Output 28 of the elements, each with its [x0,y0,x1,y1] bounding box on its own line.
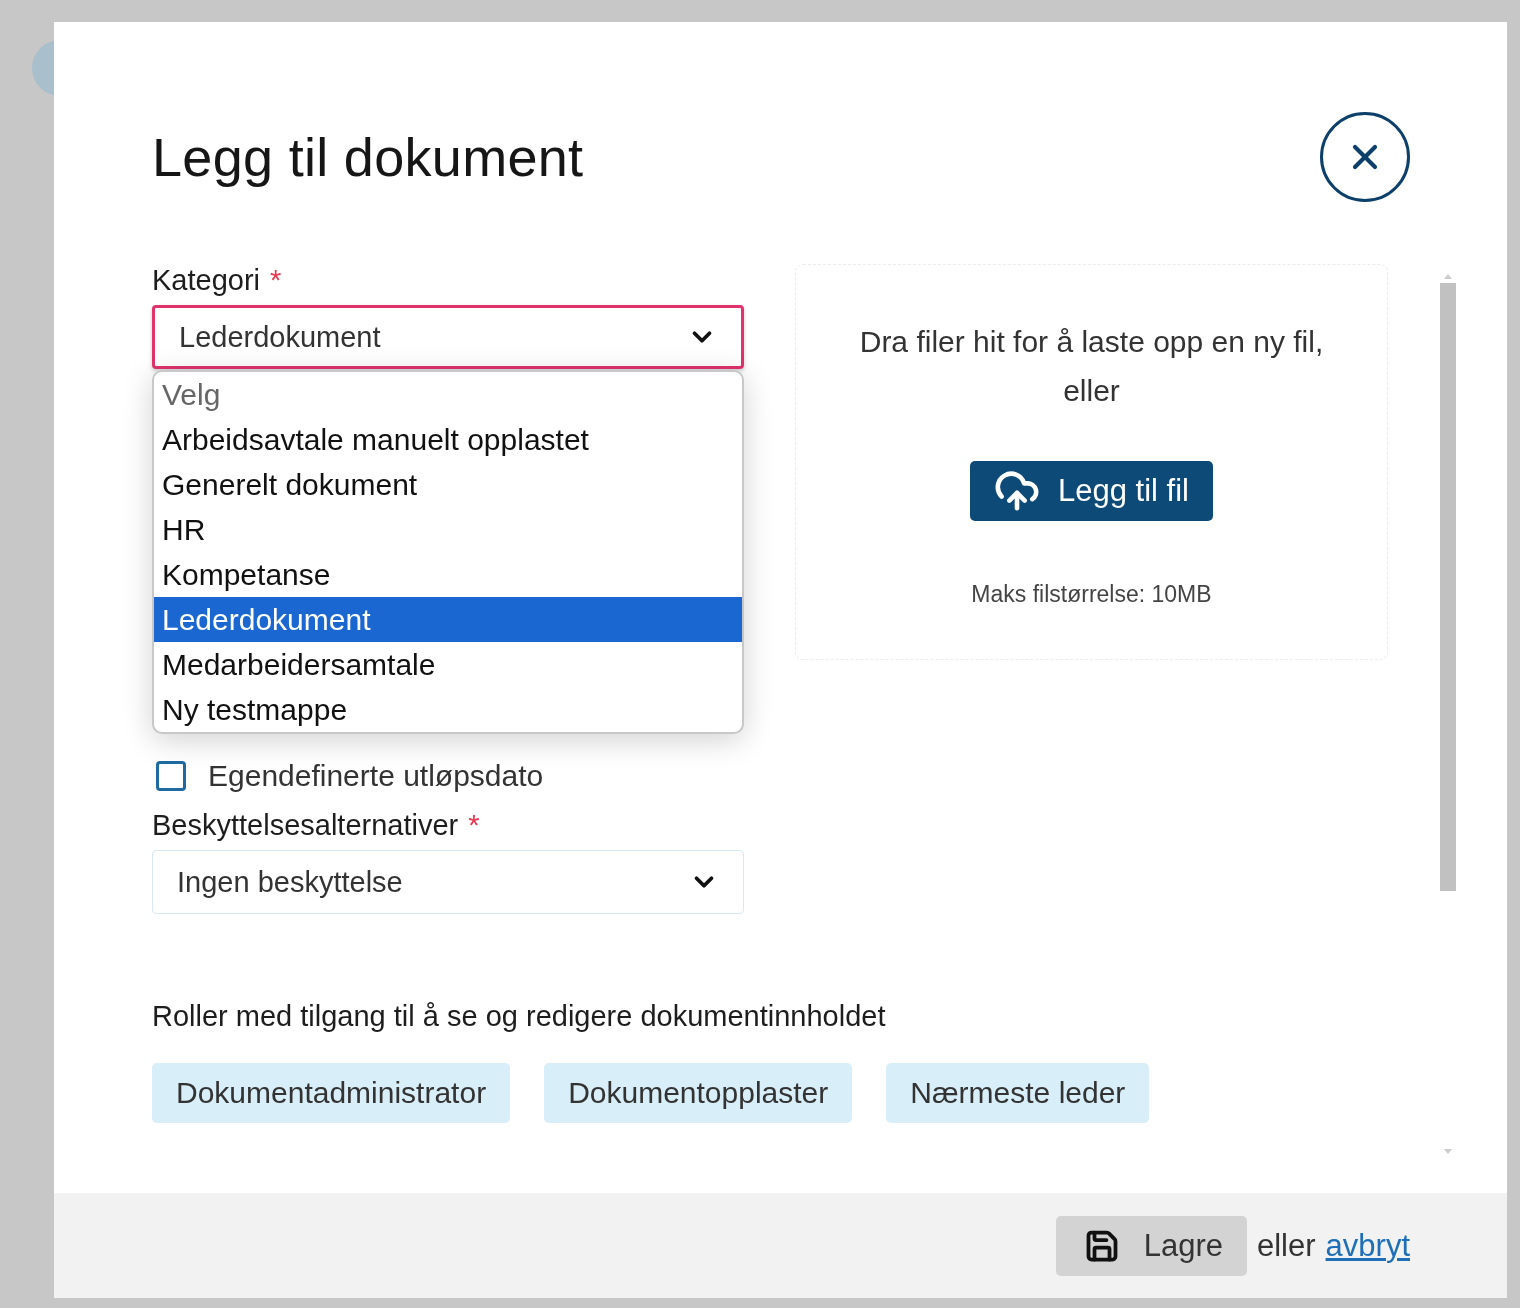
checkbox-label: Egendefinerte utløpsdato [208,759,544,793]
field-label: Kategori [152,264,260,297]
role-tag: Dokumentopplaster [544,1063,853,1123]
dropdown-option[interactable]: Generelt dokument [154,462,742,507]
section-heading: Roller med tilgang til å se og redigere dokumentinnholdet [152,1000,887,1033]
checkbox[interactable] [156,761,186,791]
dropdown-option[interactable]: Medarbeidersamtale [154,642,742,687]
cancel-link[interactable]: avbryt [1325,1227,1410,1264]
upload-dropzone[interactable]: Dra filer hit for å laste opp en ny fil, eller Legg til fil Maks filstørrelse: 10MB [795,264,1388,660]
role-tag: Dokumentadministrator [152,1063,511,1123]
max-size-text: Maks filstørrelse: 10MB [971,581,1212,608]
dialog-title: Legg til dokument [152,126,584,188]
required-mark: * [270,264,282,297]
dropdown-option[interactable]: HR [154,507,742,552]
role-tag: Nærmeste leder [886,1063,1150,1123]
select-field[interactable]: Ingen beskyttelse [152,850,744,914]
select-field[interactable]: Lederdokument [152,305,744,369]
dropdown-option[interactable]: Lederdokument [154,597,742,642]
dropdown-option[interactable]: Kompetanse [154,552,742,597]
required-mark: * [468,809,480,842]
dropdown-option[interactable]: Ny testmappe [154,687,742,732]
upload-prompt: Dra filer hit for å laste opp en ny fil, eller [858,324,1325,409]
save-button[interactable]: Lagre [1055,1215,1247,1276]
scrollbar[interactable] [1440,274,1456,1154]
or-text: eller [1257,1227,1316,1264]
field-label: Beskyttelsesalternativer [152,809,459,842]
upload-button[interactable]: Legg til fil [970,461,1213,521]
dropdown-option[interactable]: Arbeidsavtale manuelt opplastet [154,417,742,462]
